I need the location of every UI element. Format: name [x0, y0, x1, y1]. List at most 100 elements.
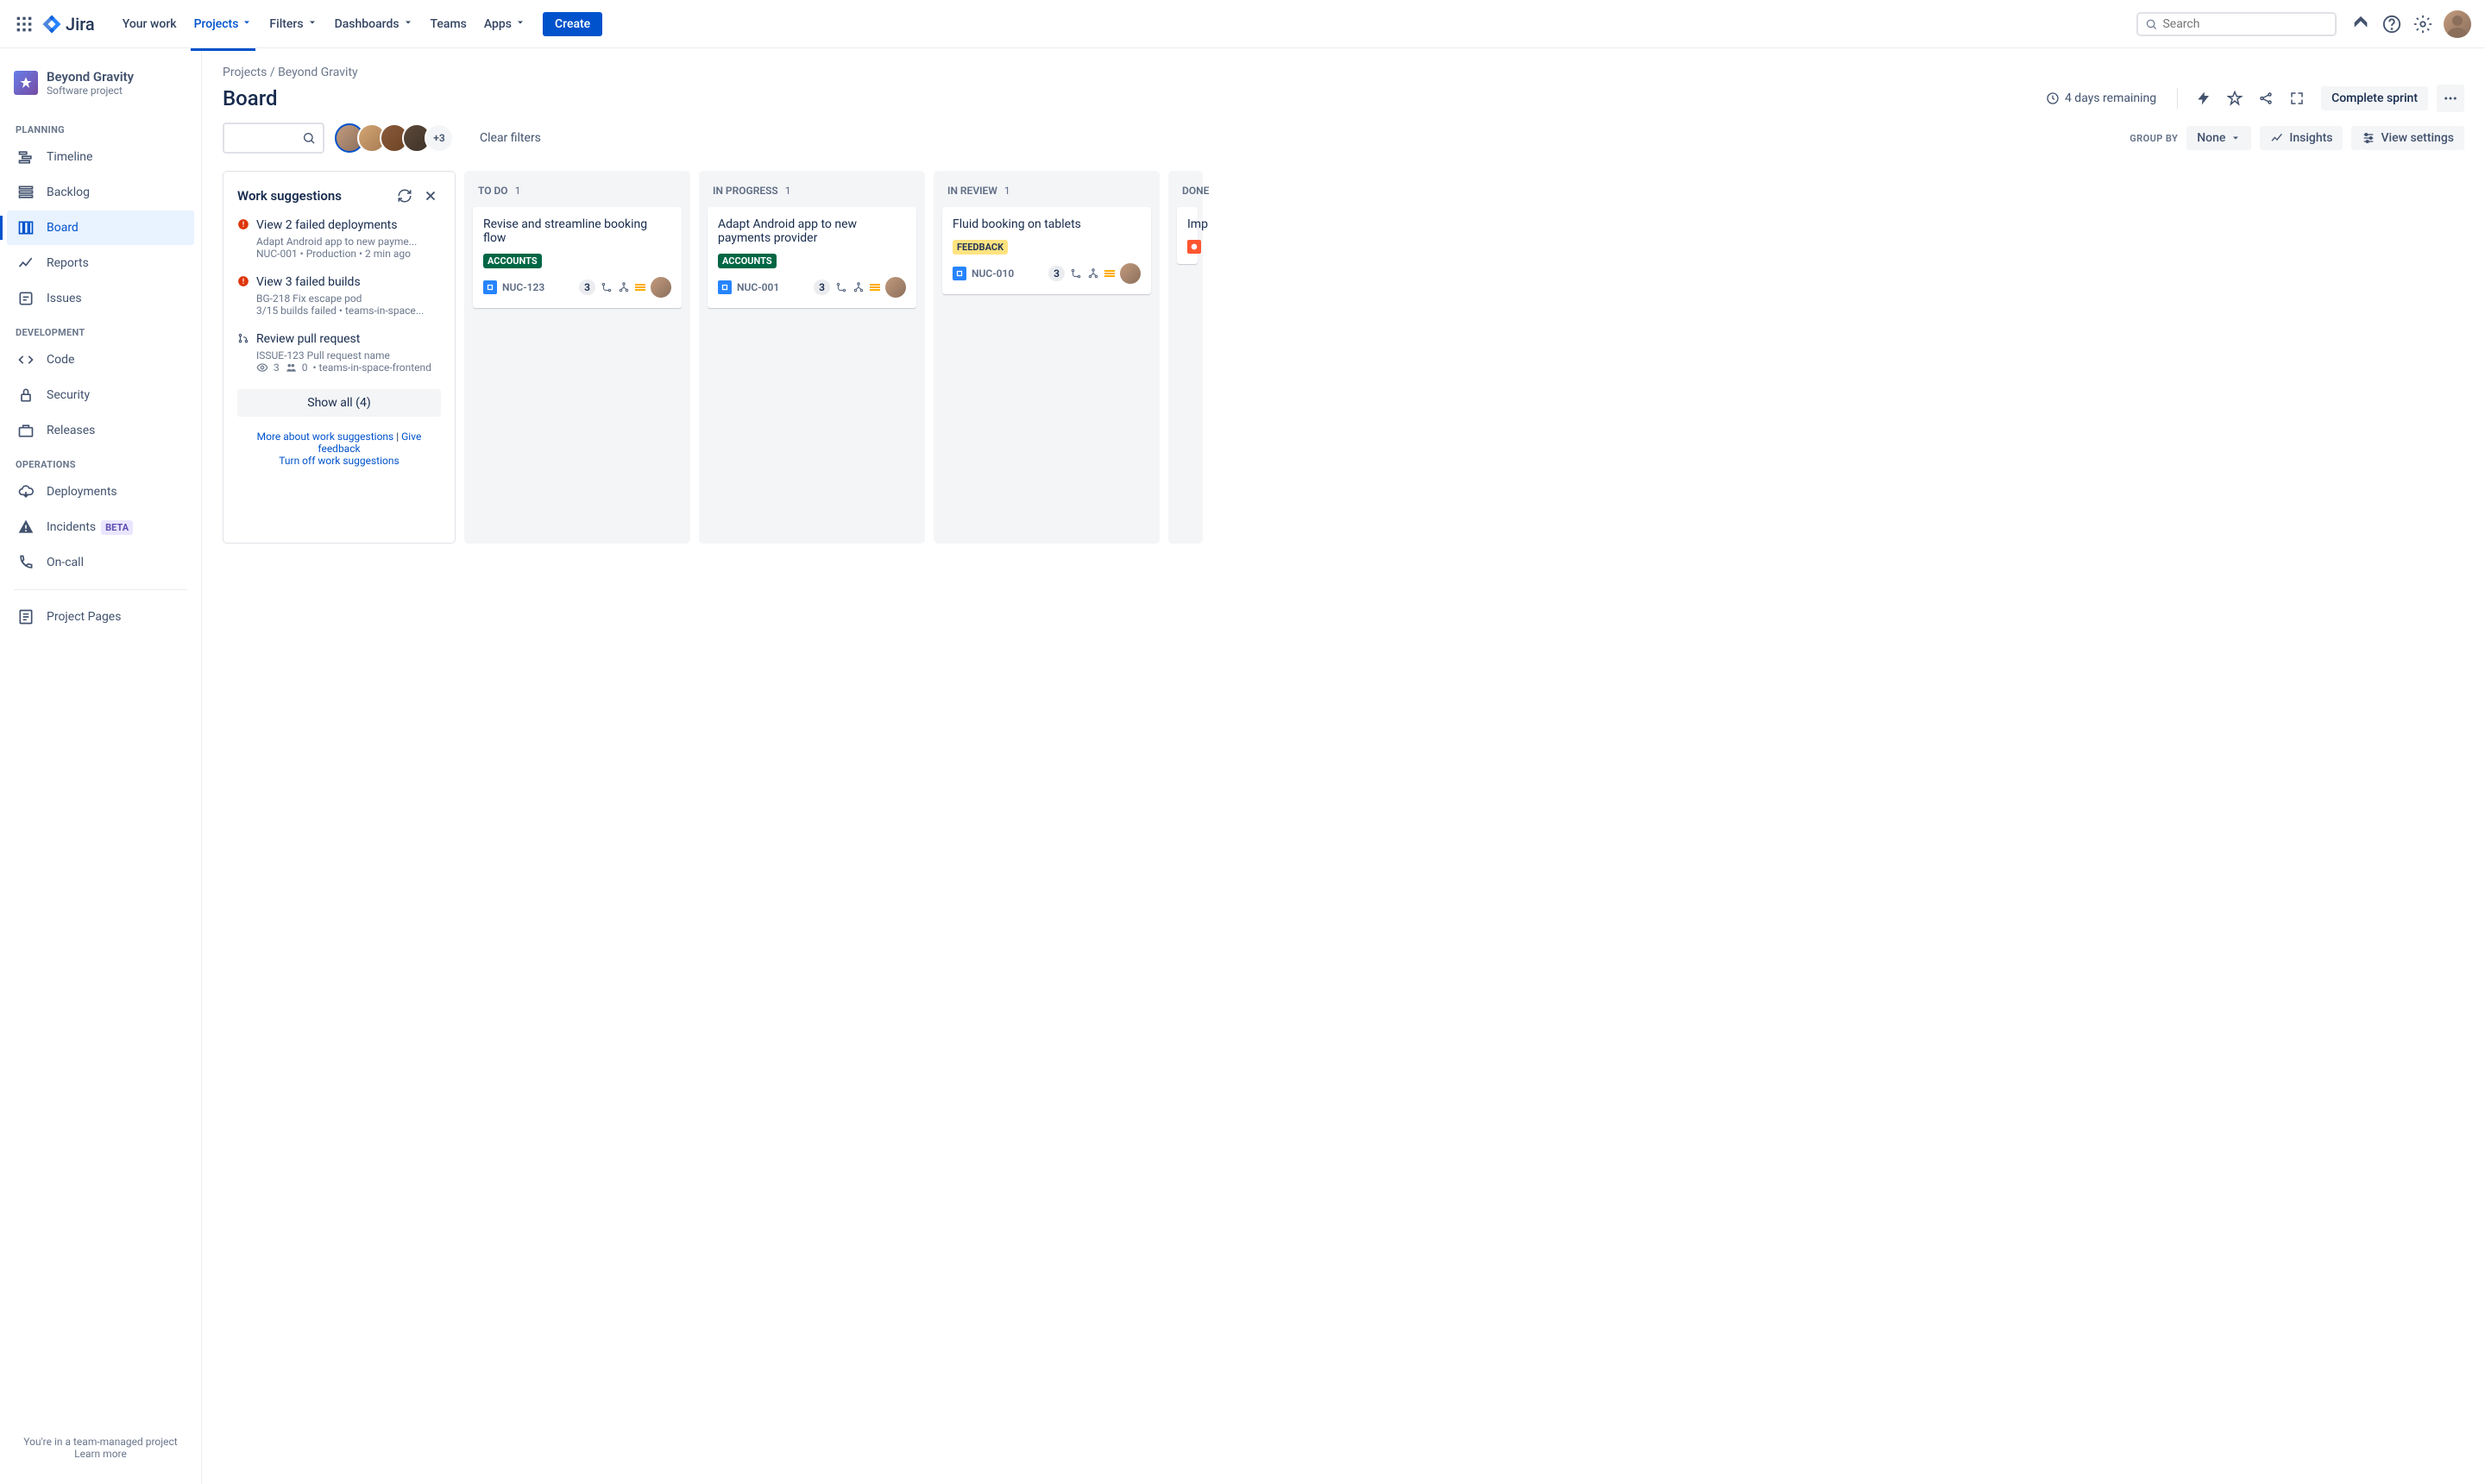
- nav-item-projects[interactable]: Projects: [187, 12, 260, 36]
- assignee-avatar: [885, 277, 906, 298]
- story-points: 3: [1048, 266, 1065, 281]
- view-settings-button[interactable]: View settings: [2351, 126, 2464, 150]
- share-icon[interactable]: [2252, 85, 2280, 112]
- assignee-filter[interactable]: +3: [335, 123, 454, 153]
- chevron-down-icon: [242, 17, 252, 31]
- sidebar-footer: You're in a team-managed project Learn m…: [7, 1425, 194, 1470]
- sidebar-item-reports[interactable]: Reports: [7, 246, 194, 280]
- sidebar-item-project-pages[interactable]: Project Pages: [7, 600, 194, 634]
- turn-off-link[interactable]: Turn off work suggestions: [279, 455, 399, 467]
- group-by-dropdown[interactable]: None: [2186, 126, 2251, 150]
- sidebar-item-releases[interactable]: Releases: [7, 413, 194, 448]
- nav-item-apps[interactable]: Apps: [477, 12, 532, 36]
- help-icon[interactable]: [2378, 10, 2406, 38]
- nav-item-your-work[interactable]: Your work: [116, 12, 184, 36]
- search-icon: [302, 131, 316, 145]
- suggestion-item[interactable]: View 2 failed deploymentsAdapt Android a…: [237, 218, 441, 260]
- more-about-link[interactable]: More about work suggestions: [257, 431, 394, 443]
- nav-item-teams[interactable]: Teams: [424, 12, 474, 36]
- project-header[interactable]: Beyond Gravity Software project: [7, 62, 194, 104]
- oncall-icon: [16, 552, 36, 573]
- close-icon[interactable]: [420, 186, 441, 206]
- sidebar-item-incidents[interactable]: IncidentsBETA: [7, 510, 194, 544]
- bug-icon: [1187, 240, 1201, 254]
- sidebar-item-label: Incidents: [47, 520, 96, 534]
- insights-button[interactable]: Insights: [2260, 126, 2343, 150]
- column-count: 1: [785, 185, 791, 197]
- jira-logo[interactable]: Jira: [41, 14, 95, 35]
- settings-icon[interactable]: [2409, 10, 2437, 38]
- sidebar-item-label: Backlog: [47, 186, 90, 199]
- automation-icon[interactable]: [2190, 85, 2218, 112]
- sidebar-item-deployments[interactable]: Deployments: [7, 475, 194, 509]
- releases-icon: [16, 420, 36, 441]
- suggestion-title: View 2 failed deployments: [256, 218, 398, 232]
- chevron-down-icon: [403, 17, 413, 31]
- suggestion-meta: 30• teams-in-space-frontend: [256, 362, 441, 374]
- branch-icon: [835, 281, 847, 293]
- more-actions-icon[interactable]: [2437, 85, 2464, 112]
- warn-icon: [237, 275, 249, 291]
- notifications-icon[interactable]: [2347, 10, 2375, 38]
- sidebar-item-on-call[interactable]: On-call: [7, 545, 194, 580]
- story-icon: [718, 280, 732, 294]
- sidebar-item-issues[interactable]: Issues: [7, 281, 194, 316]
- more-avatars[interactable]: +3: [425, 123, 454, 153]
- clear-filters-button[interactable]: Clear filters: [480, 131, 541, 145]
- logo-text: Jira: [66, 14, 95, 35]
- sliders-icon: [2362, 131, 2375, 145]
- suggestions-title: Work suggestions: [237, 188, 389, 204]
- breadcrumb-root[interactable]: Projects: [223, 66, 267, 79]
- reports-icon: [16, 253, 36, 274]
- sprint-remaining: 4 days remaining: [2046, 91, 2156, 105]
- pages-icon: [16, 607, 36, 627]
- sidebar-item-code[interactable]: Code: [7, 343, 194, 377]
- issue-card[interactable]: Imp: [1177, 207, 1198, 264]
- suggestion-item[interactable]: Review pull requestISSUE-123 Pull reques…: [237, 332, 441, 374]
- suggestions-links: More about work suggestions | Give feedb…: [237, 431, 441, 467]
- suggestion-title: View 3 failed builds: [256, 275, 361, 289]
- group-by-label: GROUP BY: [2130, 133, 2178, 144]
- complete-sprint-button[interactable]: Complete sprint: [2321, 86, 2428, 110]
- sidebar-item-label: Issues: [47, 292, 82, 305]
- work-suggestions-panel: Work suggestions View 2 failed deploymen…: [223, 171, 456, 544]
- column-in-progress: IN PROGRESS1Adapt Android app to new pay…: [699, 171, 925, 544]
- top-navigation: Jira Your workProjectsFiltersDashboardsT…: [0, 0, 2485, 48]
- star-icon[interactable]: [2221, 85, 2249, 112]
- column-done: DONEImp: [1168, 171, 1203, 544]
- sidebar-item-timeline[interactable]: Timeline: [7, 140, 194, 174]
- user-avatar[interactable]: [2444, 10, 2471, 38]
- column-title: IN REVIEW: [947, 185, 997, 197]
- sidebar-item-backlog[interactable]: Backlog: [7, 175, 194, 210]
- project-icon: [14, 71, 38, 95]
- section-label: OPERATIONS: [7, 449, 194, 474]
- sidebar-item-label: Code: [47, 353, 74, 367]
- branch-icon: [601, 281, 613, 293]
- issue-card[interactable]: Adapt Android app to new payments provid…: [708, 207, 916, 308]
- global-search[interactable]: [2136, 12, 2337, 36]
- create-button[interactable]: Create: [543, 12, 602, 36]
- show-all-button[interactable]: Show all (4): [237, 389, 441, 417]
- sidebar-item-security[interactable]: Security: [7, 378, 194, 412]
- sidebar-item-board[interactable]: Board: [7, 211, 194, 245]
- assignee-avatar: [651, 277, 671, 298]
- code-icon: [16, 349, 36, 370]
- app-switcher-icon[interactable]: [14, 14, 35, 35]
- section-label: PLANNING: [7, 114, 194, 139]
- issue-card[interactable]: Revise and streamline booking flowACCOUN…: [473, 207, 682, 308]
- suggestion-subtitle: BG-218 Fix escape pod: [256, 292, 441, 305]
- chevron-down-icon: [515, 17, 525, 31]
- suggestion-title: Review pull request: [256, 332, 360, 346]
- refresh-icon[interactable]: [394, 186, 415, 206]
- fullscreen-icon[interactable]: [2283, 85, 2311, 112]
- nav-item-filters[interactable]: Filters: [262, 12, 324, 36]
- learn-more-link[interactable]: Learn more: [74, 1448, 127, 1460]
- board-search[interactable]: [223, 123, 324, 154]
- search-input[interactable]: [2162, 17, 2328, 31]
- column-title: DONE: [1182, 185, 1209, 197]
- deployments-icon: [16, 481, 36, 502]
- suggestion-item[interactable]: View 3 failed builds BG-218 Fix escape po…: [237, 275, 441, 317]
- tree-icon: [852, 281, 865, 293]
- issue-card[interactable]: Fluid booking on tabletsFEEDBACKNUC-0103: [942, 207, 1151, 294]
- nav-item-dashboards[interactable]: Dashboards: [328, 12, 420, 36]
